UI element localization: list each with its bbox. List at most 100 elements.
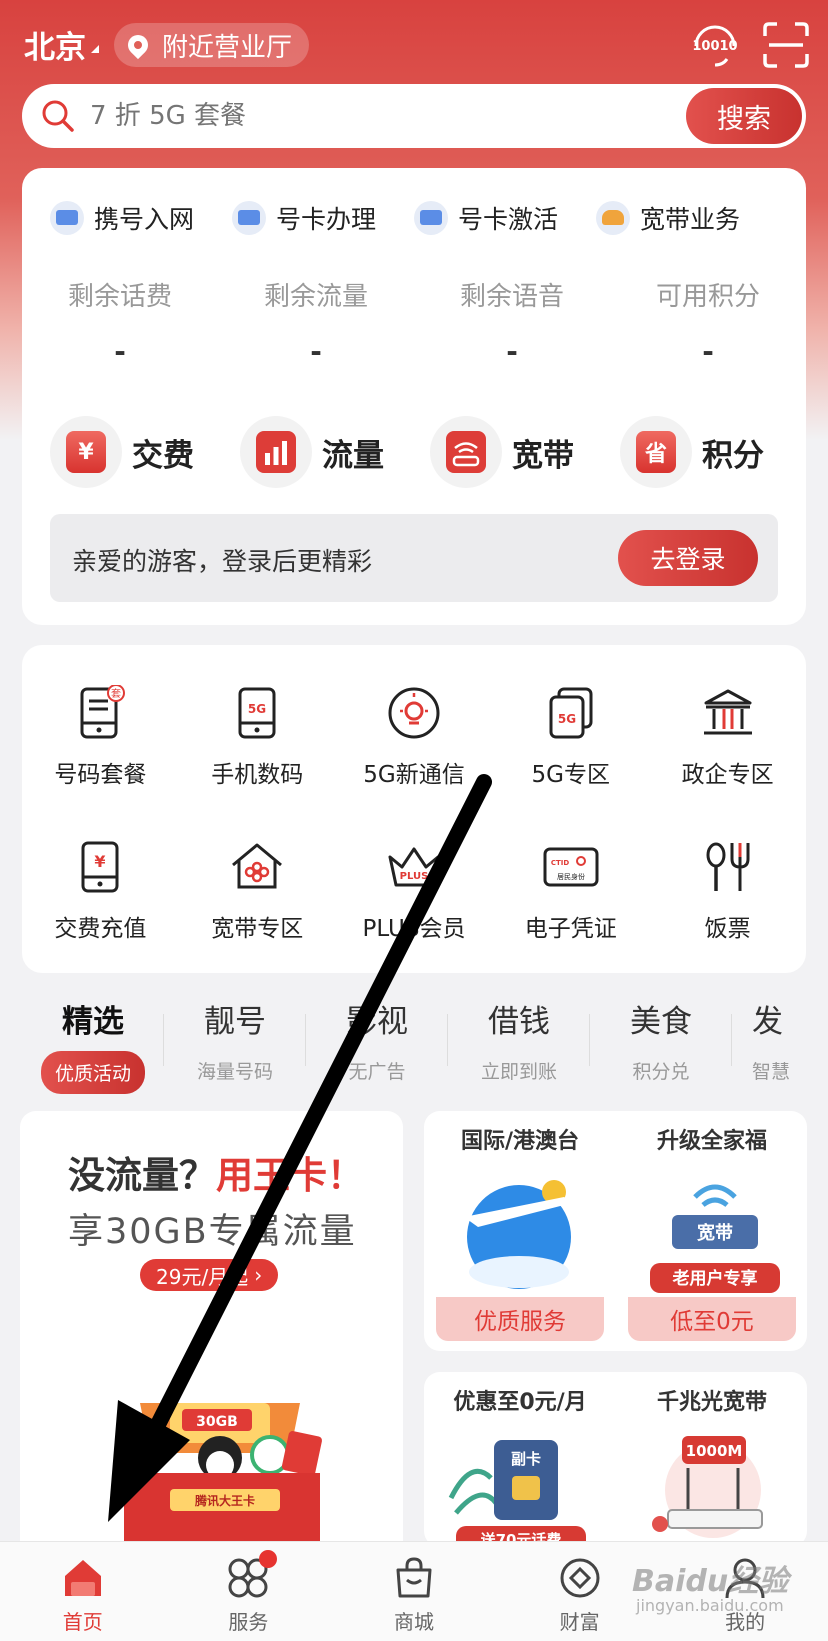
shopping-bag-icon — [396, 1557, 432, 1598]
quick-link-label: 号卡激活 — [458, 205, 559, 234]
tab-subtitle: 海量号码 — [196, 1061, 273, 1083]
quick-link-activate-card[interactable]: 号卡激活 — [414, 200, 596, 236]
broadband-icon-wrap — [430, 416, 502, 488]
action-label: 交费 — [132, 437, 194, 474]
quick-link-port-in[interactable]: 携号入网 — [50, 200, 232, 236]
phone-5g-icon: 5G — [238, 687, 276, 739]
nav-label: 商城 — [393, 1610, 434, 1634]
pay-bill-button[interactable]: ¥ 交费 — [50, 416, 240, 488]
hotline-number: 10010 — [692, 39, 737, 54]
service-label: 5G新通信 — [363, 762, 465, 788]
service-broadband-zone[interactable]: 宽带专区 — [179, 839, 336, 993]
bar-chart-icon — [256, 431, 296, 473]
service-label: 宽带专区 — [211, 916, 304, 942]
data-usage-button[interactable]: 流量 — [240, 416, 430, 488]
tab-video[interactable]: 影视 无广告 — [307, 996, 447, 1084]
service-pay-recharge[interactable]: ¥ 交费充值 — [22, 839, 179, 993]
zone-5g-text: 5G — [558, 712, 576, 726]
tab-loan[interactable]: 借钱 立即到账 — [449, 996, 589, 1084]
service-phone-digital[interactable]: 5G 手机数码 — [179, 685, 336, 839]
promo-card-tag: 低至0元 — [628, 1297, 796, 1341]
nearby-store-button[interactable]: 附近营业厅 — [114, 23, 309, 67]
bulb-icon — [388, 687, 440, 739]
gift-box-image: 30GB 腾讯大王卡 — [124, 1403, 322, 1561]
promo-subtitle: 享30GB专属流量 — [68, 1212, 357, 1252]
promo-secondary-card[interactable]: 优惠至0元/月 副卡 送70元话费 — [424, 1372, 616, 1547]
quick-link-new-card[interactable]: 号卡办理 — [232, 200, 414, 236]
search-input[interactable] — [90, 94, 650, 138]
home-icon — [64, 1560, 101, 1596]
points-button[interactable]: 省 积分 — [620, 416, 810, 488]
stat-data[interactable]: 剩余流量 - — [218, 276, 414, 368]
tab-divider — [731, 1014, 732, 1066]
broadband-button[interactable]: 宽带 — [430, 416, 620, 488]
account-card: 携号入网 号卡办理 号卡激活 宽带业务 剩余话费 - 剩余流量 - 剩余语音 -… — [22, 168, 806, 625]
promo-title-b: 用王卡！ — [216, 1154, 364, 1197]
service-plus-member[interactable]: PLUS PLUS会员 — [336, 839, 493, 993]
id-text: 居民身份 — [557, 872, 585, 881]
tab-lucky-number[interactable]: 靓号 海量号码 — [165, 996, 305, 1084]
tab-subtitle: 立即到账 — [480, 1061, 557, 1083]
promo-card-row-1: 国际/港澳台 优质服务 升级全家福 宽带 老用户专享 低至0元 — [424, 1111, 807, 1351]
service-label: 交费充值 — [54, 916, 147, 942]
stat-label: 剩余流量 — [263, 282, 368, 312]
card-icon — [414, 201, 448, 235]
watermark-url: jingyan.baidu.com — [636, 1596, 784, 1615]
service-phone-plan[interactable]: 套 号码套餐 — [22, 685, 179, 839]
service-enterprise[interactable]: 政企专区 — [649, 685, 806, 839]
phone-5g-text: 5G — [248, 702, 266, 716]
promo-gigabit-broadband[interactable]: 千兆光宽带 1000M — [616, 1372, 807, 1547]
service-meal-ticket[interactable]: 饭票 — [649, 839, 806, 993]
promo-sign-text: 副卡 — [511, 1450, 541, 1468]
pay-icon-wrap: ¥ — [50, 416, 122, 488]
pay-phone-icon: ¥ — [81, 841, 119, 893]
quick-link-label: 宽带业务 — [640, 205, 741, 234]
service-label: 号码套餐 — [54, 762, 147, 788]
tab-title: 精选 — [62, 1004, 124, 1040]
tab-featured[interactable]: 精选 优质活动 — [23, 996, 163, 1094]
tab-subtitle: 智慧 — [752, 1061, 791, 1083]
stat-value: - — [506, 335, 518, 368]
bank-icon — [703, 689, 752, 735]
promo-family-upgrade[interactable]: 升级全家福 宽带 老用户专享 低至0元 — [616, 1111, 807, 1351]
nav-mall[interactable]: 商城 — [331, 1542, 497, 1641]
stat-points[interactable]: 可用积分 - — [610, 276, 806, 368]
city-selector[interactable]: 北京 — [24, 22, 86, 67]
stat-label: 剩余话费 — [67, 282, 172, 312]
tab-subtitle: 积分兑 — [632, 1061, 690, 1083]
points-icon-wrap: 省 — [620, 416, 692, 488]
search-button[interactable]: 搜索 — [686, 88, 802, 144]
promo-price-badge[interactable]: 29元/月起 › — [140, 1259, 279, 1291]
card-icon — [50, 201, 84, 235]
tab-title: 靓号 — [204, 1004, 266, 1040]
action-label: 流量 — [322, 437, 384, 474]
nav-services[interactable]: 服务 — [166, 1542, 332, 1641]
stat-value: - — [114, 335, 126, 368]
stat-label: 剩余语音 — [459, 282, 564, 312]
promo-card-title: 升级全家福 — [656, 1129, 767, 1154]
service-label: 政企专区 — [681, 762, 774, 788]
house-icon — [232, 843, 283, 889]
service-5g-zone[interactable]: 5G 5G专区 — [492, 685, 649, 839]
service-e-voucher[interactable]: CTID 居民身份 电子凭证 — [492, 839, 649, 993]
promo-card-row-2: 优惠至0元/月 副卡 送70元话费 千兆光宽带 1000M — [424, 1372, 807, 1547]
stat-label: 可用积分 — [655, 282, 760, 312]
nav-home[interactable]: 首页 — [0, 1542, 166, 1641]
login-button[interactable]: 去登录 — [618, 530, 758, 586]
stat-voice[interactable]: 剩余语音 - — [414, 276, 610, 368]
tab-title: 影视 — [346, 1004, 408, 1040]
promo-wang-card[interactable]: 没流量？用王卡！ 享30GB专属流量 29元/月起 › 30GB 腾讯大王卡 — [20, 1111, 403, 1561]
customer-service-icon[interactable]: 10010 — [690, 20, 740, 70]
service-5g-new-comm[interactable]: 5G新通信 — [336, 685, 493, 839]
action-label: 积分 — [702, 437, 764, 474]
nav-label: 首页 — [62, 1610, 103, 1634]
tab-more[interactable]: 发 智慧 — [752, 996, 828, 1084]
nav-label: 服务 — [228, 1610, 269, 1634]
tab-food[interactable]: 美食 积分兑 — [591, 996, 731, 1084]
cutlery-icon — [706, 842, 750, 891]
stat-value: - — [310, 335, 322, 368]
scan-icon[interactable] — [763, 22, 809, 68]
promo-international[interactable]: 国际/港澳台 优质服务 — [424, 1111, 616, 1351]
stat-balance[interactable]: 剩余话费 - — [22, 276, 218, 368]
quick-link-broadband[interactable]: 宽带业务 — [596, 200, 778, 236]
